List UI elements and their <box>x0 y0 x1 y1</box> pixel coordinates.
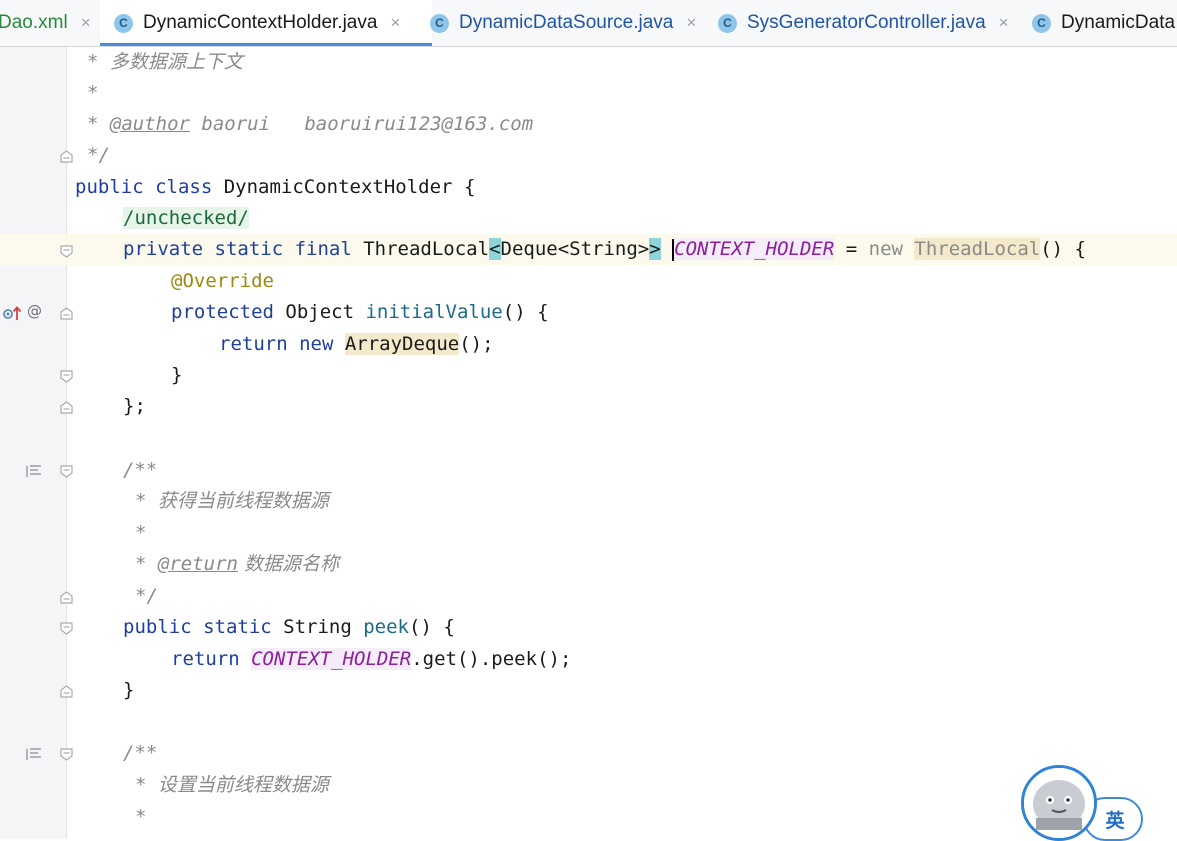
tab-label: DynamicData <box>1061 12 1176 33</box>
code-line: @Override <box>171 270 274 292</box>
ime-mascot-avatar[interactable] <box>1021 765 1097 841</box>
code-line: * 多数据源上下文 <box>87 51 243 73</box>
class-icon: C <box>718 13 737 33</box>
class-icon: C <box>1032 13 1051 33</box>
code-line: } <box>123 679 135 701</box>
tab-dynamic-data-source[interactable]: C DynamicDataSource.java × <box>430 0 696 46</box>
close-icon[interactable]: × <box>81 13 91 33</box>
fold-end-icon[interactable] <box>60 370 73 383</box>
fold-end-icon[interactable] <box>60 591 73 604</box>
code-line: */ <box>135 585 158 607</box>
tab-dynamic-context-holder[interactable]: C DynamicContextHolder.java × <box>100 0 432 46</box>
at-icon[interactable]: @ <box>27 302 42 320</box>
gutter-divider <box>66 47 67 839</box>
tab-sys-generator-controller[interactable]: C SysGeneratorController.java × <box>718 0 1009 46</box>
code-line: * @return 数据源名称 <box>135 553 340 575</box>
fold-start-icon[interactable] <box>60 622 73 635</box>
code-line: /** <box>123 459 158 481</box>
active-tab-indicator <box>100 43 432 46</box>
ime-label: 英 <box>1105 809 1125 832</box>
tab-label: DynamicDataSource.java <box>459 12 674 33</box>
fold-end-icon[interactable] <box>60 150 73 163</box>
code-line: * @author baorui baoruirui123@163.com <box>87 113 534 135</box>
code-line: protected Object initialValue() { <box>171 301 549 323</box>
code-line: public class DynamicContextHolder { <box>75 176 476 198</box>
tab-dynamic-data[interactable]: C DynamicData <box>1032 0 1175 46</box>
mascot-icon <box>1024 768 1094 838</box>
code-line: * 获得当前线程数据源 <box>135 490 329 512</box>
code-line: } <box>171 364 183 386</box>
tab-dao-xml[interactable]: Dao.xml × <box>0 0 91 46</box>
doc-comment-icon[interactable] <box>26 747 42 761</box>
fold-start-icon[interactable] <box>60 465 73 478</box>
fold-start-icon[interactable] <box>60 748 73 761</box>
close-icon[interactable]: × <box>686 13 696 33</box>
code-line: /** <box>123 742 158 764</box>
fold-start-icon[interactable] <box>60 245 73 258</box>
fold-end-icon[interactable] <box>60 685 73 698</box>
editor-tab-bar: Dao.xml × C DynamicContextHolder.java × … <box>0 0 1177 47</box>
fold-end-icon[interactable] <box>60 401 73 414</box>
class-icon: C <box>114 13 133 33</box>
tab-label: SysGeneratorController.java <box>747 12 986 33</box>
code-line: * <box>135 522 147 544</box>
close-icon[interactable]: × <box>390 13 400 33</box>
tab-label: Dao.xml <box>0 12 68 33</box>
fold-start-icon[interactable] <box>60 307 73 320</box>
tab-label: DynamicContextHolder.java <box>143 12 378 33</box>
code-line: * <box>135 806 147 828</box>
code-line: */ <box>87 144 110 166</box>
doc-comment-icon[interactable] <box>26 464 42 478</box>
code-line: public static String peek() { <box>123 616 455 638</box>
class-icon: C <box>430 13 449 33</box>
code-line: * 设置当前线程数据源 <box>135 774 329 796</box>
code-line-current: private static final ThreadLocal<Deque<S… <box>123 238 1086 261</box>
inlay-hint: /unchecked/ <box>123 207 249 229</box>
override-method-icon[interactable] <box>3 305 23 321</box>
code-line: /unchecked/ <box>123 203 249 234</box>
code-line: }; <box>123 395 146 417</box>
code-line: return new ArrayDeque(); <box>219 333 494 355</box>
editor-gutter <box>0 47 67 839</box>
code-line: * <box>87 82 99 104</box>
close-icon[interactable]: × <box>999 13 1009 33</box>
code-line: return CONTEXT_HOLDER.get().peek(); <box>171 648 572 670</box>
